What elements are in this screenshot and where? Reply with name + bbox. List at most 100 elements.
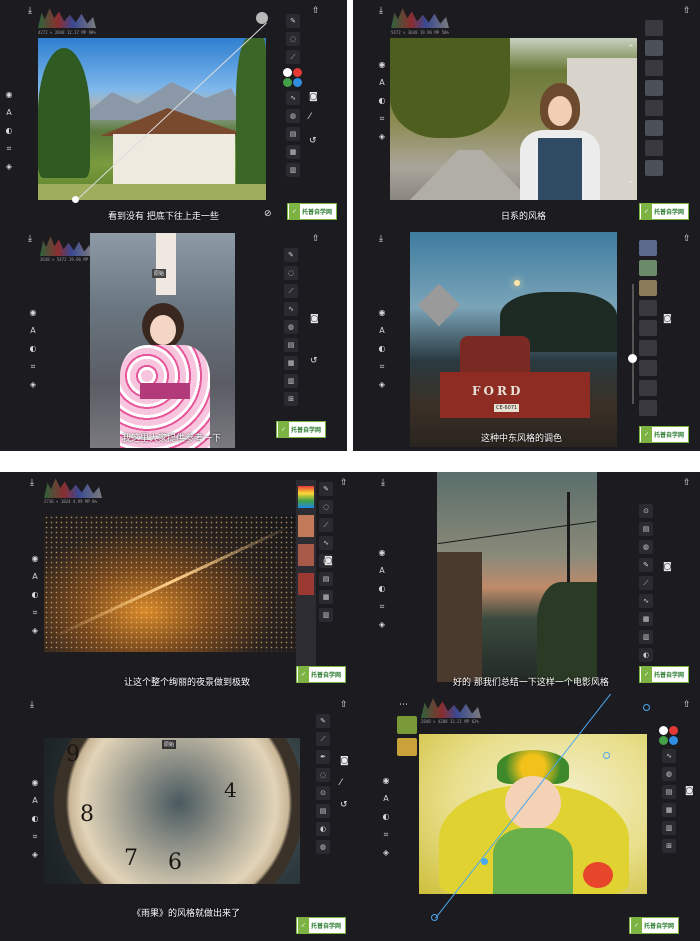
- eraser-icon[interactable]: ◌: [319, 500, 333, 514]
- text-icon[interactable]: A: [31, 572, 40, 581]
- menu-icon[interactable]: ⋯: [399, 700, 408, 710]
- preset-thumb[interactable]: [639, 280, 657, 296]
- layers-icon[interactable]: ◈: [378, 132, 387, 141]
- text-icon[interactable]: A: [5, 108, 14, 117]
- text-icon[interactable]: A: [31, 796, 40, 805]
- download-icon[interactable]: ⤓: [28, 6, 32, 16]
- adjust-icon[interactable]: ⊞: [284, 392, 298, 406]
- tone-icon[interactable]: ◐: [378, 344, 387, 353]
- crop-icon[interactable]: ⌗: [382, 830, 391, 839]
- lut-icon[interactable]: ▤: [284, 338, 298, 352]
- text-icon[interactable]: A: [382, 794, 391, 803]
- chevron-down-icon[interactable]: ⌄: [627, 176, 635, 186]
- grid-icon[interactable]: ▦: [284, 356, 298, 370]
- curve-tool-icon[interactable]: ∿: [662, 749, 676, 763]
- tone-icon[interactable]: ◐: [382, 812, 391, 821]
- pen-icon[interactable]: ✒: [316, 750, 330, 764]
- crop-icon[interactable]: ⌗: [378, 114, 387, 123]
- image-thumb[interactable]: [397, 738, 417, 756]
- close-icon[interactable]: ⊘: [264, 209, 272, 219]
- layers-icon[interactable]: ◈: [31, 626, 40, 635]
- layers-icon[interactable]: ◈: [31, 850, 40, 859]
- curve-tool-icon[interactable]: ∿: [639, 594, 653, 608]
- camera-icon[interactable]: ◙: [685, 786, 694, 796]
- share-icon[interactable]: ⇧: [683, 700, 691, 710]
- crop-icon[interactable]: ⌗: [31, 832, 40, 841]
- brush-icon[interactable]: ✎: [639, 558, 653, 572]
- hsl-icon[interactable]: ◍: [639, 540, 653, 554]
- text-icon[interactable]: A: [378, 326, 387, 335]
- curve-handle[interactable]: [256, 12, 268, 24]
- curve-tool-icon[interactable]: ∿: [286, 91, 300, 105]
- film-icon[interactable]: ▥: [639, 630, 653, 644]
- tone-icon[interactable]: ◐: [378, 584, 387, 593]
- undo-icon[interactable]: ↺: [310, 356, 318, 366]
- share-icon[interactable]: ⇧: [683, 478, 691, 488]
- curve-point[interactable]: [72, 196, 79, 203]
- color-green[interactable]: [283, 78, 292, 87]
- tone-icon[interactable]: ◐: [31, 814, 40, 823]
- layers-icon[interactable]: ◈: [382, 848, 391, 857]
- text-icon[interactable]: A: [378, 78, 387, 87]
- share-icon[interactable]: ⇧: [683, 6, 691, 16]
- lut-icon[interactable]: ▤: [662, 785, 676, 799]
- preset-thumb[interactable]: [639, 240, 657, 256]
- curve-point[interactable]: [603, 752, 610, 759]
- curve-tool-icon[interactable]: ∿: [284, 302, 298, 316]
- brush-icon[interactable]: ✎: [319, 482, 333, 496]
- download-icon[interactable]: ⤓: [30, 478, 34, 488]
- camera-icon[interactable]: ◙: [310, 314, 319, 324]
- preset-thumb[interactable]: [639, 380, 657, 396]
- eye-icon[interactable]: ◉: [378, 548, 387, 557]
- brush-icon[interactable]: ✎: [316, 714, 330, 728]
- grid-icon[interactable]: ▦: [286, 145, 300, 159]
- preset-thumb[interactable]: [645, 100, 663, 116]
- share-icon[interactable]: ⇧: [340, 700, 348, 710]
- preset-thumb[interactable]: [639, 320, 657, 336]
- eraser-icon[interactable]: ◌: [316, 768, 330, 782]
- download-icon[interactable]: ⤓: [28, 234, 32, 244]
- eraser-icon[interactable]: ◌: [284, 266, 298, 280]
- color-red[interactable]: [293, 68, 302, 77]
- tone-icon[interactable]: ◐: [639, 648, 653, 662]
- share-icon[interactable]: ⇧: [312, 234, 320, 244]
- share-icon[interactable]: ⇧: [683, 234, 691, 244]
- download-icon[interactable]: ⤓: [379, 234, 383, 244]
- color-picker[interactable]: [659, 726, 679, 745]
- eye-icon[interactable]: ◉: [31, 554, 40, 563]
- eye-icon[interactable]: ◉: [378, 308, 387, 317]
- eye-icon[interactable]: ◉: [31, 778, 40, 787]
- line-icon[interactable]: ⟋: [319, 518, 333, 532]
- eye-icon[interactable]: ◉: [29, 308, 38, 317]
- tone-icon[interactable]: ◐: [316, 822, 330, 836]
- preset-thumb[interactable]: [645, 160, 663, 176]
- eye-icon[interactable]: ◉: [5, 90, 14, 99]
- curve-point[interactable]: [481, 858, 488, 865]
- curve-point[interactable]: [431, 914, 438, 921]
- layers-icon[interactable]: ◈: [378, 620, 387, 629]
- color-white[interactable]: [283, 68, 292, 77]
- color-blue[interactable]: [293, 78, 302, 87]
- crop-icon[interactable]: ⌗: [378, 362, 387, 371]
- grid-icon[interactable]: ▦: [662, 803, 676, 817]
- lut-icon[interactable]: ▤: [319, 572, 333, 586]
- undo-icon[interactable]: ↺: [309, 136, 317, 146]
- preset-thumb[interactable]: [298, 573, 314, 595]
- color-white[interactable]: [659, 726, 668, 735]
- layers-icon[interactable]: ◈: [378, 380, 387, 389]
- preset-thumb[interactable]: [645, 20, 663, 36]
- film-icon[interactable]: ▥: [284, 374, 298, 388]
- color-red[interactable]: [669, 726, 678, 735]
- adjust-icon[interactable]: ⊙: [639, 504, 653, 518]
- crop-icon[interactable]: ⌗: [378, 602, 387, 611]
- film-icon[interactable]: ▥: [662, 821, 676, 835]
- preset-thumb[interactable]: [639, 260, 657, 276]
- download-icon[interactable]: ⤓: [379, 6, 383, 16]
- tone-icon[interactable]: ◐: [29, 344, 38, 353]
- preset-thumb[interactable]: [645, 40, 663, 56]
- download-icon[interactable]: ⤓: [30, 700, 34, 710]
- camera-icon[interactable]: ◙: [663, 314, 672, 324]
- layers-icon[interactable]: ◈: [5, 162, 14, 171]
- tone-icon[interactable]: ◐: [378, 96, 387, 105]
- color-green[interactable]: [659, 736, 668, 745]
